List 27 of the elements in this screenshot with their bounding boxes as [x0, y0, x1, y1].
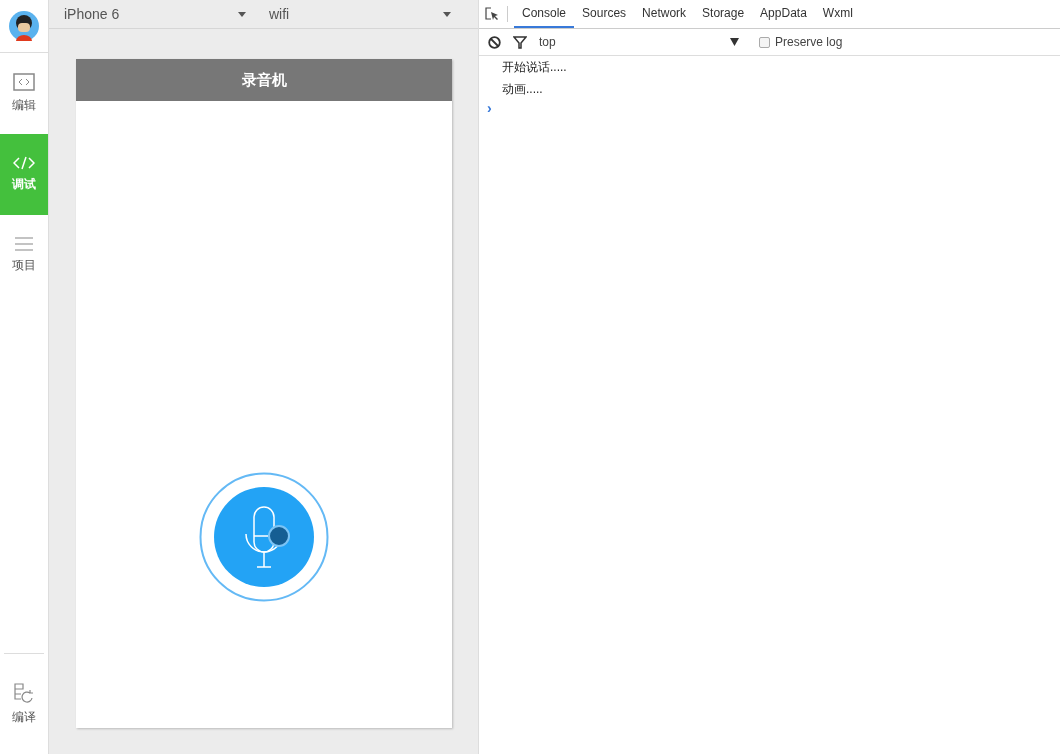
compile-icon	[13, 682, 35, 703]
console-prompt[interactable]: ›	[479, 100, 1060, 116]
devtools-tab[interactable]: Network	[634, 0, 695, 28]
console-message: 动画.....	[501, 81, 544, 98]
devtools-tab[interactable]: Sources	[574, 0, 635, 28]
caret-icon	[730, 38, 739, 46]
avatar-icon[interactable]	[9, 11, 39, 41]
sidebar-tab[interactable]: 项目	[0, 215, 48, 296]
device-dropdown[interactable]: iPhone 6	[49, 0, 254, 28]
menu-icon	[15, 237, 33, 251]
console-message: 开始说话.....	[501, 59, 568, 76]
devtools-tab[interactable]: AppData	[752, 0, 815, 28]
record-button[interactable]	[199, 472, 329, 602]
code-icon	[13, 73, 35, 91]
inspect-icon[interactable]	[485, 7, 499, 21]
clear-icon[interactable]	[488, 35, 501, 49]
devtools-tab[interactable]: Storage	[694, 0, 753, 28]
network-dropdown[interactable]: wifi	[254, 0, 459, 28]
compile-button[interactable]: 编译	[4, 653, 44, 754]
sidebar-tab[interactable]: 编辑	[0, 53, 48, 134]
code-icon	[13, 156, 35, 170]
preserve-log-checkbox[interactable]: Preserve log	[759, 35, 843, 49]
filter-icon[interactable]	[513, 35, 527, 49]
devtools-tab[interactable]: Console	[514, 0, 575, 28]
devtools-tab[interactable]: Wxml	[814, 0, 861, 28]
navigation-bar: 录音机	[76, 59, 452, 101]
context-dropdown[interactable]: top	[539, 35, 739, 49]
